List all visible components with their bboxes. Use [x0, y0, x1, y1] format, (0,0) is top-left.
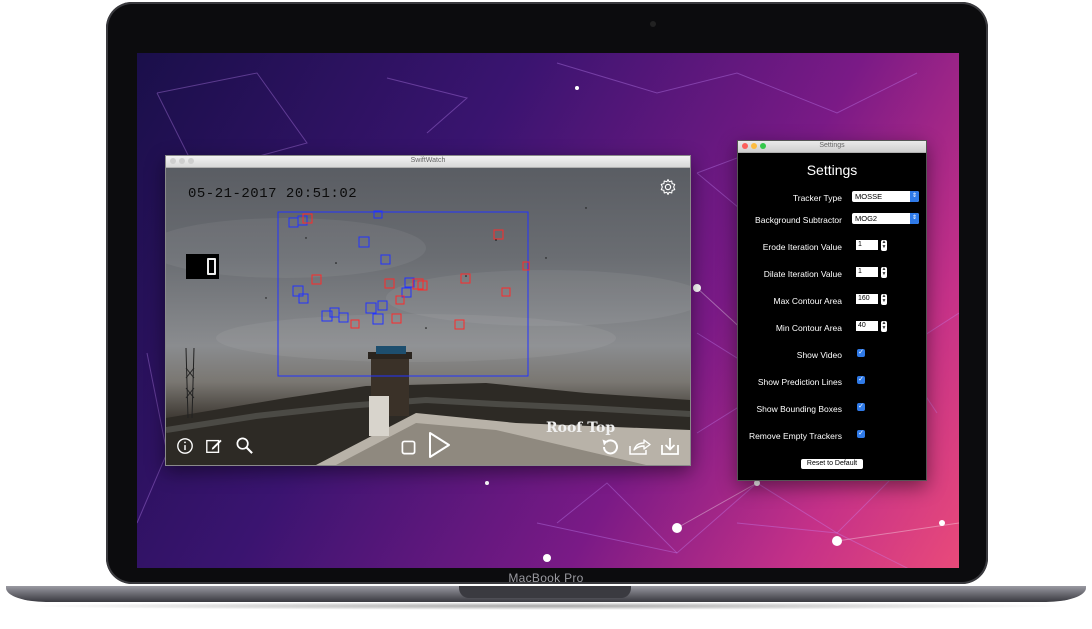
max-contour-stepper[interactable]: ▲ ▼ [881, 294, 887, 305]
settings-window: Settings Settings Tracker Type MOSSE ⇕ Ba… [737, 140, 927, 481]
desktop-screen: SwiftWatch 05-21-2017 20:51:02 Roof Top … [137, 53, 959, 568]
search-icon[interactable] [234, 435, 254, 455]
remove-empty-trackers-row: Remove Empty Trackers ✓ [738, 429, 926, 443]
background-subtractor-select[interactable]: MOG2 ⇕ [852, 213, 919, 224]
chevron-updown-icon: ⇕ [910, 213, 919, 224]
dilate-row: Dilate Iteration Value 1 ▲ ▼ [738, 267, 926, 281]
swiftwatch-window: SwiftWatch 05-21-2017 20:51:02 Roof Top [165, 155, 691, 466]
min-contour-field[interactable]: 40 [856, 321, 878, 331]
tracker-type-value: MOSSE [855, 192, 883, 201]
reset-to-default-button[interactable]: Reset to Default [801, 459, 863, 469]
camera-label: Roof Top [546, 420, 616, 436]
battery-indicator [186, 254, 219, 279]
background-subtractor-row: Background Subtractor MOG2 ⇕ [738, 213, 926, 227]
background-subtractor-label: Background Subtractor [755, 215, 842, 225]
download-icon[interactable] [659, 435, 681, 457]
min-contour-label: Min Contour Area [775, 323, 842, 333]
settings-heading: Settings [806, 162, 858, 178]
show-prediction-lines-row: Show Prediction Lines ✓ [738, 375, 926, 389]
erode-label: Erode Iteration Value [762, 242, 842, 252]
max-contour-field[interactable]: 160 [856, 294, 878, 304]
swiftwatch-window-title: SwiftWatch [410, 157, 446, 164]
video-feed: 05-21-2017 20:51:02 Roof Top [166, 168, 690, 465]
gear-icon[interactable] [658, 177, 678, 197]
tracker-type-label: Tracker Type [792, 193, 842, 203]
dilate-stepper[interactable]: ▲ ▼ [881, 267, 887, 278]
stop-icon[interactable] [399, 438, 417, 456]
erode-row: Erode Iteration Value 1 ▲ ▼ [738, 240, 926, 254]
laptop-shadow [20, 602, 1072, 610]
dilate-field[interactable]: 1 [856, 267, 878, 277]
show-video-checkbox[interactable]: ✓ [857, 349, 865, 357]
show-video-row: Show Video ✓ [738, 348, 926, 362]
max-contour-label: Max Contour Area [773, 296, 842, 306]
show-video-label: Show Video [796, 350, 842, 360]
dilate-label: Dilate Iteration Value [763, 269, 842, 279]
background-subtractor-value: MOG2 [855, 214, 878, 223]
erode-field[interactable]: 1 [856, 240, 878, 250]
tracker-type-row: Tracker Type MOSSE ⇕ [738, 191, 926, 205]
video-timestamp: 05-21-2017 20:51:02 [188, 186, 358, 202]
show-prediction-lines-label: Show Prediction Lines [757, 377, 842, 387]
battery-icon [207, 258, 216, 275]
settings-titlebar[interactable]: Settings [738, 141, 926, 153]
laptop-hinge-notch [459, 586, 631, 598]
min-contour-stepper[interactable]: ▲ ▼ [881, 321, 887, 332]
webcam [650, 21, 656, 27]
show-prediction-lines-checkbox[interactable]: ✓ [857, 376, 865, 384]
chevron-updown-icon: ⇕ [910, 191, 919, 202]
swiftwatch-titlebar[interactable]: SwiftWatch [166, 156, 690, 168]
show-bounding-boxes-checkbox[interactable]: ✓ [857, 403, 865, 411]
play-icon[interactable] [424, 429, 454, 461]
device-label: MacBook Pro [508, 571, 584, 585]
max-contour-row: Max Contour Area 160 ▲ ▼ [738, 294, 926, 308]
tracker-type-select[interactable]: MOSSE ⇕ [852, 191, 919, 202]
info-icon[interactable] [175, 436, 195, 456]
edit-icon[interactable] [204, 436, 224, 456]
min-contour-row: Min Contour Area 40 ▲ ▼ [738, 321, 926, 335]
remove-empty-trackers-label: Remove Empty Trackers [748, 431, 842, 441]
rotate-icon[interactable] [599, 436, 621, 458]
share-icon[interactable] [628, 436, 652, 458]
show-bounding-boxes-label: Show Bounding Boxes [756, 404, 842, 414]
remove-empty-trackers-checkbox[interactable]: ✓ [857, 430, 865, 438]
show-bounding-boxes-row: Show Bounding Boxes ✓ [738, 402, 926, 416]
settings-window-title: Settings [819, 142, 845, 149]
erode-stepper[interactable]: ▲ ▼ [881, 240, 887, 251]
